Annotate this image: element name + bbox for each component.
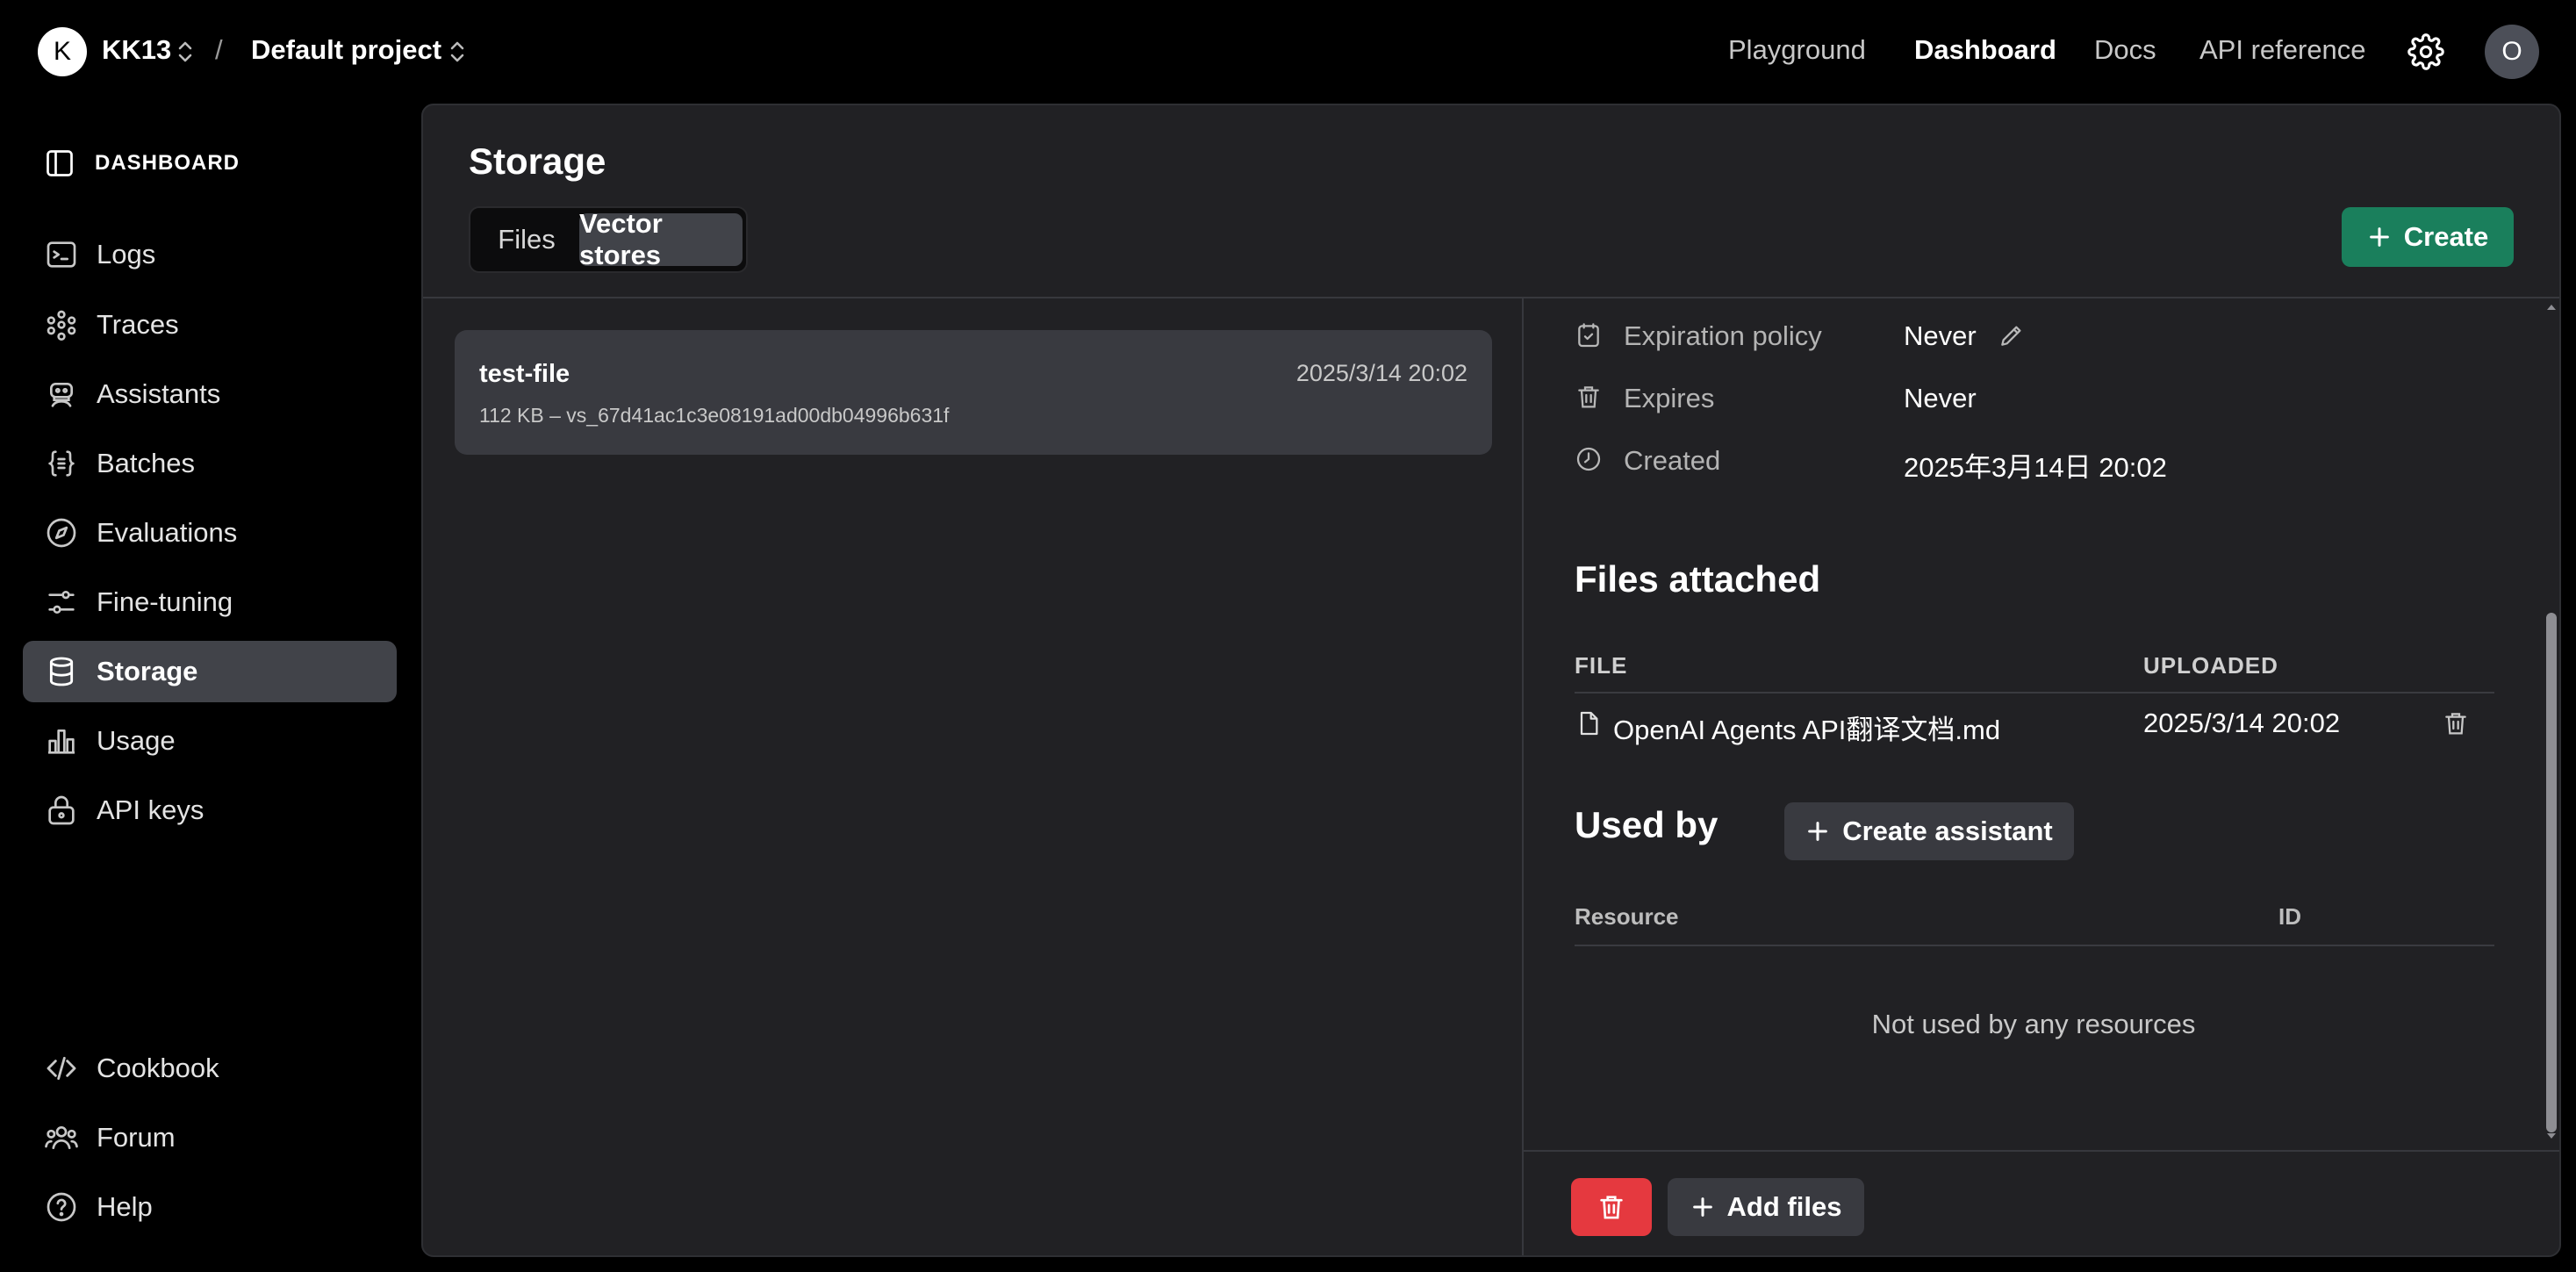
sidebar-item-assistants[interactable]: Assistants xyxy=(23,363,397,425)
create-assistant-label: Create assistant xyxy=(1842,816,2053,846)
sidebar-item-label: Forum xyxy=(97,1122,176,1153)
sidebar-item-usage[interactable]: Usage xyxy=(23,710,397,772)
expiration-policy-value: Never xyxy=(1904,320,1977,351)
sidebar-item-api-keys[interactable]: API keys xyxy=(23,780,397,841)
nav-playground[interactable]: Playground xyxy=(1728,34,1866,66)
nav-api-reference[interactable]: API reference xyxy=(2199,34,2366,66)
used-by-table-divider xyxy=(1575,945,2494,946)
sidebar-item-label: Usage xyxy=(97,725,176,756)
created-value: 2025年3月14日 20:02 xyxy=(1904,452,2167,483)
attached-file-name[interactable]: OpenAI Agents API翻译文档.md xyxy=(1613,708,2000,747)
sidebar-header[interactable]: DASHBOARD xyxy=(44,146,240,181)
create-assistant-button[interactable]: Create assistant xyxy=(1784,802,2074,860)
sidebar-item-label: Assistants xyxy=(97,378,221,409)
detail-footer-divider xyxy=(1524,1150,2559,1152)
sidebar-toggle-icon[interactable] xyxy=(44,147,75,179)
trash-icon xyxy=(1575,383,1603,411)
page-title: Storage xyxy=(469,140,606,182)
trash-icon xyxy=(1597,1192,1626,1222)
breadcrumb-separator: / xyxy=(215,34,223,65)
delete-button[interactable] xyxy=(1571,1178,1652,1236)
calendar-check-icon xyxy=(1575,321,1603,349)
org-avatar[interactable]: K xyxy=(38,27,87,76)
storage-tabs: Files Vector stores xyxy=(469,206,748,273)
add-files-label: Add files xyxy=(1726,1191,1842,1222)
braces-icon xyxy=(44,446,79,481)
code-icon xyxy=(44,1051,79,1086)
terminal-icon xyxy=(44,237,79,272)
sidebar-item-cookbook[interactable]: Cookbook xyxy=(23,1038,397,1099)
vector-store-name: test-file xyxy=(479,360,570,388)
sidebar-item-label: Help xyxy=(97,1191,153,1222)
plus-icon xyxy=(1690,1195,1715,1219)
files-attached-title: Files attached xyxy=(1575,558,1821,600)
create-button[interactable]: Create xyxy=(2342,207,2514,267)
id-column-header: ID xyxy=(2278,903,2301,930)
sidebar-item-traces[interactable]: Traces xyxy=(23,294,397,356)
lock-icon xyxy=(44,793,79,828)
people-icon xyxy=(44,1120,79,1155)
sidebar-item-label: Traces xyxy=(97,309,179,340)
pencil-icon[interactable] xyxy=(1998,321,2026,349)
detail-scroll-thumb[interactable] xyxy=(2546,613,2557,1132)
created-label: Created xyxy=(1624,445,1721,476)
resource-column-header: Resource xyxy=(1575,903,1679,930)
sidebar-item-storage[interactable]: Storage xyxy=(23,641,397,702)
user-avatar[interactable]: O xyxy=(2485,25,2539,79)
files-table-divider xyxy=(1575,692,2494,693)
clock-icon xyxy=(1575,445,1603,473)
sidebar-item-label: Storage xyxy=(97,656,198,686)
add-files-button[interactable]: Add files xyxy=(1668,1178,1864,1236)
sidebar-item-label: API keys xyxy=(97,794,205,825)
gear-icon[interactable] xyxy=(2407,33,2444,70)
create-button-label: Create xyxy=(2403,221,2489,252)
plus-icon xyxy=(1805,819,1830,844)
expiration-policy-label: Expiration policy xyxy=(1624,320,1822,351)
help-icon xyxy=(44,1189,79,1225)
tab-vector-stores[interactable]: Vector stores xyxy=(579,208,743,270)
vector-store-item[interactable]: test-file 2025/3/14 20:02 112 KB – vs_67… xyxy=(455,330,1492,455)
trash-icon[interactable] xyxy=(2442,709,2470,737)
project-switcher-icon[interactable] xyxy=(448,39,467,65)
sidebar-item-label: Cookbook xyxy=(97,1053,219,1083)
file-icon xyxy=(1575,709,1603,737)
used-by-title: Used by xyxy=(1575,804,1719,845)
tab-files[interactable]: Files xyxy=(477,213,576,266)
database-icon xyxy=(44,654,79,689)
file-column-header: FILE xyxy=(1575,652,1628,679)
traces-icon xyxy=(44,307,79,342)
attached-file-uploaded: 2025/3/14 20:02 xyxy=(2143,708,2341,738)
robot-icon xyxy=(44,377,79,412)
nav-dashboard[interactable]: Dashboard xyxy=(1914,34,2056,66)
sidebar-item-label: Logs xyxy=(97,239,156,269)
org-switcher-icon[interactable] xyxy=(176,39,195,65)
compass-icon xyxy=(44,515,79,550)
plus-icon xyxy=(2367,225,2392,249)
sidebar-item-help[interactable]: Help xyxy=(23,1176,397,1238)
vector-store-date: 2025/3/14 20:02 xyxy=(1295,360,1467,386)
sidebar-item-label: Evaluations xyxy=(97,517,238,548)
header-divider xyxy=(423,297,2559,298)
org-name[interactable]: KK13 xyxy=(102,34,171,66)
bar-chart-icon xyxy=(44,723,79,758)
uploaded-column-header: UPLOADED xyxy=(2143,652,2278,679)
sidebar-item-batches[interactable]: Batches xyxy=(23,433,397,494)
expires-value: Never xyxy=(1904,383,1977,413)
sidebar-item-label: Fine-tuning xyxy=(97,586,233,617)
sidebar-header-label: DASHBOARD xyxy=(95,151,240,175)
sliders-icon xyxy=(44,585,79,620)
sidebar-item-logs[interactable]: Logs xyxy=(23,224,397,285)
vector-store-meta: 112 KB – vs_67d41ac1c3e08191ad00db04996b… xyxy=(479,404,950,427)
used-by-empty-state: Not used by any resources xyxy=(1871,1009,2196,1039)
main-panel: Storage Files Vector stores Create test-… xyxy=(421,104,2561,1257)
top-bar: K KK13 / Default project Playground Dash… xyxy=(0,0,2576,104)
sidebar-item-label: Batches xyxy=(97,448,196,478)
pane-divider xyxy=(1522,298,1524,1255)
sidebar-item-fine-tuning[interactable]: Fine-tuning xyxy=(23,571,397,633)
expires-label: Expires xyxy=(1624,383,1715,413)
project-name[interactable]: Default project xyxy=(251,34,441,66)
sidebar-item-forum[interactable]: Forum xyxy=(23,1107,397,1168)
nav-docs[interactable]: Docs xyxy=(2094,34,2156,66)
sidebar-item-evaluations[interactable]: Evaluations xyxy=(23,502,397,564)
